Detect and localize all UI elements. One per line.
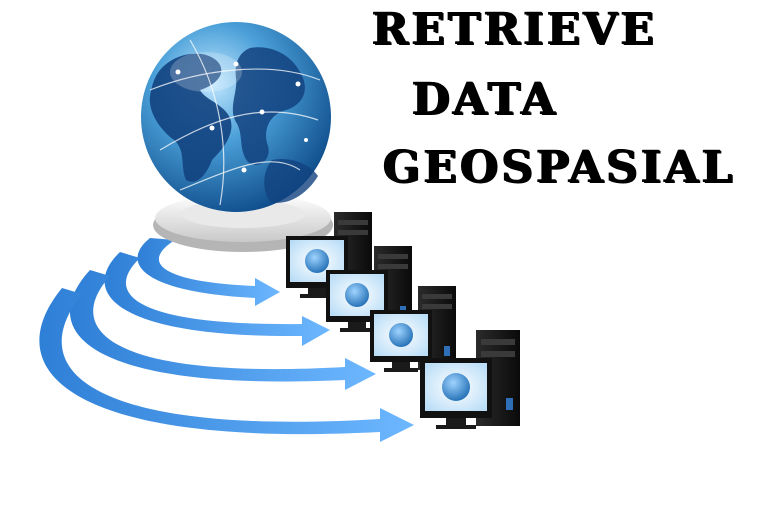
title-line-data: DATA	[412, 74, 559, 125]
network-illustration	[39, 22, 520, 442]
title-line-geospasial: GEOSPASIAL	[383, 142, 736, 193]
title-line-retrieve: RETRIEVE	[372, 4, 658, 55]
globe-icon	[141, 22, 331, 212]
computer-group	[286, 212, 520, 429]
